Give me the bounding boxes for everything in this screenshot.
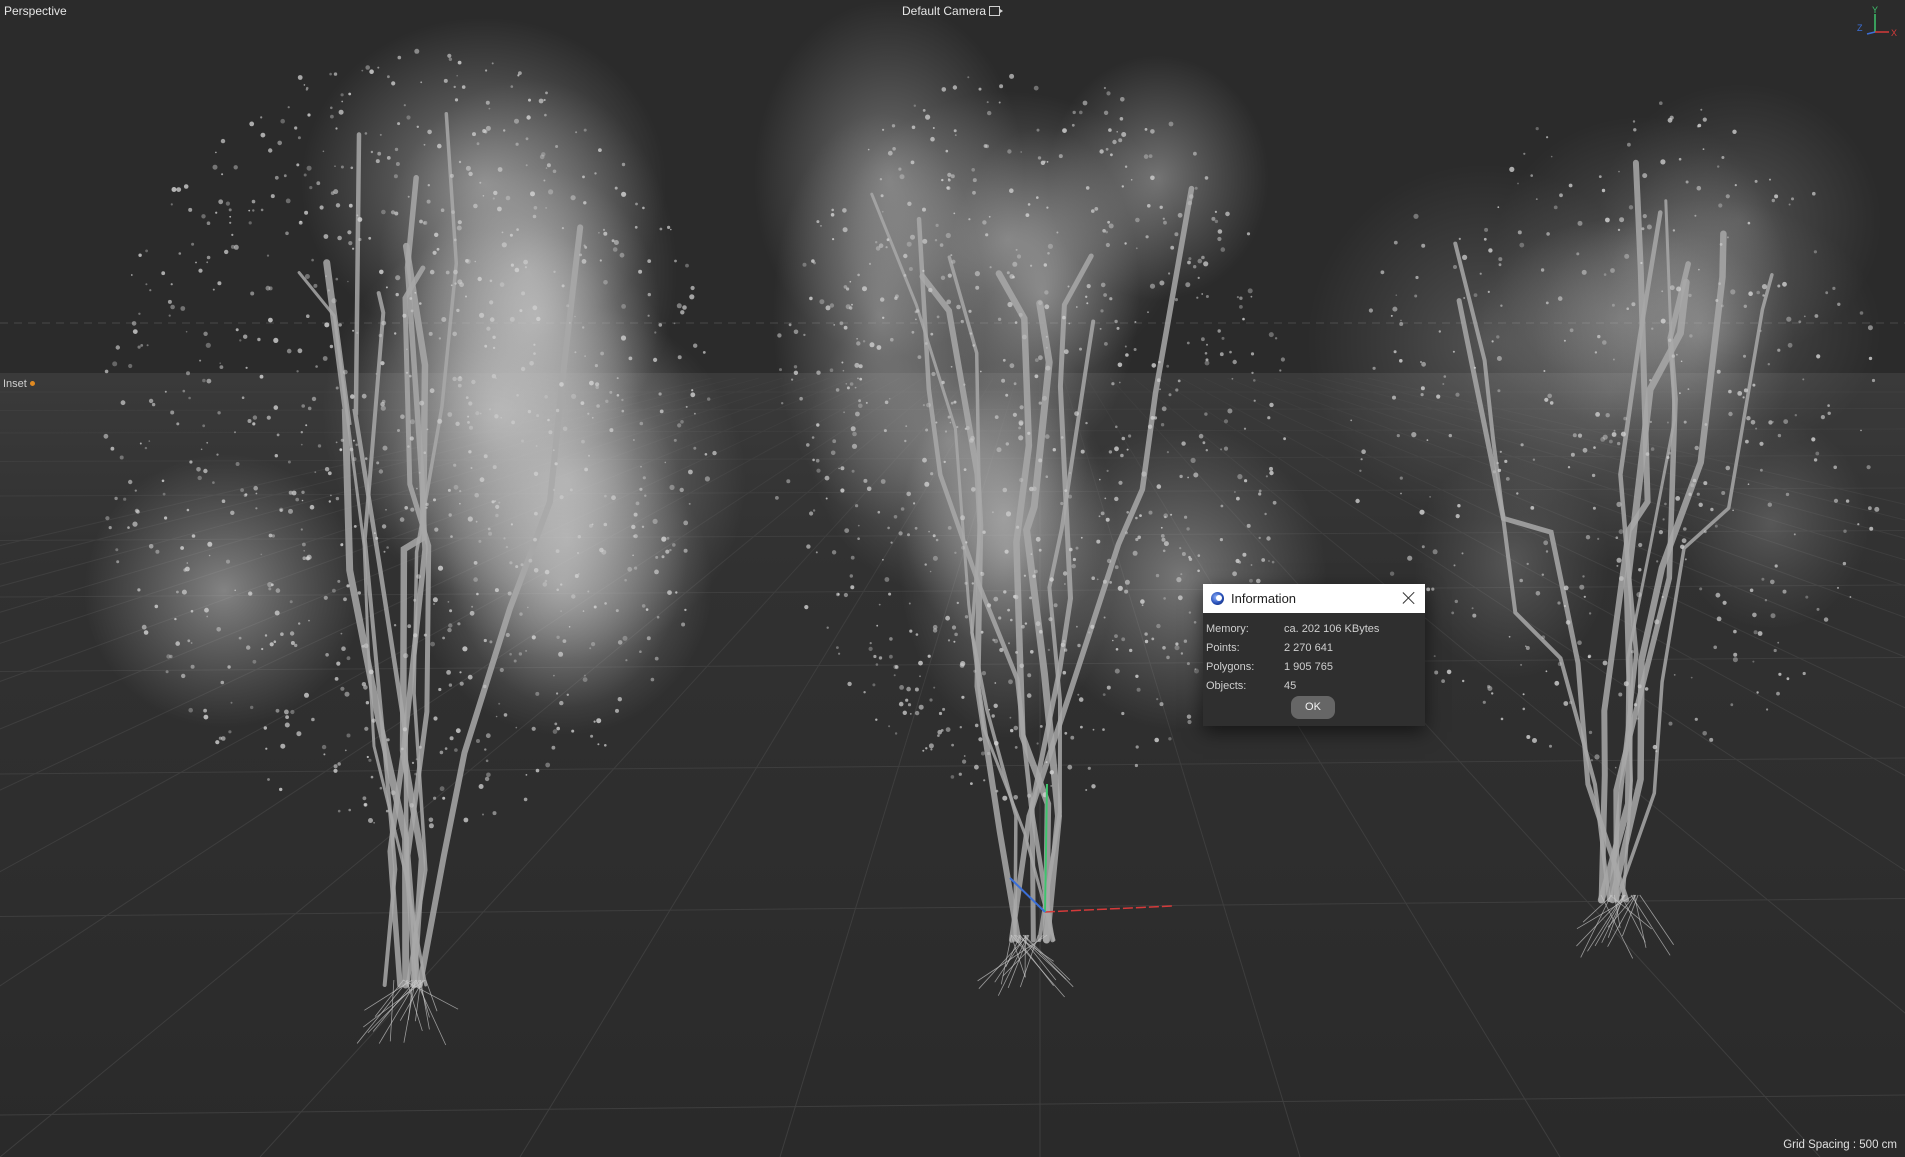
- info-label: Memory:: [1206, 623, 1249, 635]
- camera-name: Default Camera: [902, 4, 987, 18]
- ok-button[interactable]: OK: [1291, 696, 1335, 719]
- gizmo-y-label: Y: [1872, 5, 1878, 15]
- info-label: Points:: [1206, 642, 1240, 654]
- info-value: 2 270 641: [1284, 642, 1333, 654]
- info-label: Polygons:: [1206, 661, 1255, 673]
- info-value: ca. 202 106 KBytes: [1284, 623, 1380, 635]
- info-label: Objects:: [1206, 680, 1247, 692]
- gizmo-z-axis: [1866, 31, 1876, 35]
- axis-gizmo: Y X Z: [1857, 5, 1897, 38]
- inset-text: Inset: [3, 378, 27, 390]
- cinema4d-icon: [1211, 592, 1224, 605]
- grid-spacing-label: Grid Spacing : 500 cm: [1783, 1139, 1897, 1151]
- viewport-scene: [0, 0, 1905, 1157]
- inset-label: Inset: [3, 378, 35, 390]
- close-icon[interactable]: [1401, 590, 1417, 606]
- info-value: 1 905 765: [1284, 661, 1333, 673]
- camera-label[interactable]: Default Camera: [902, 4, 1004, 18]
- info-value: 45: [1284, 680, 1297, 692]
- dialog-title: Information: [1231, 591, 1297, 606]
- gizmo-x-label: X: [1891, 28, 1897, 38]
- information-dialog[interactable]: Information Memory: ca. 202 106 KBytes P…: [1203, 584, 1425, 726]
- gizmo-z-label: Z: [1857, 23, 1863, 33]
- inset-marker-icon: [29, 381, 35, 386]
- camera-icon[interactable]: [989, 6, 1004, 16]
- dialog-titlebar[interactable]: Information: [1203, 584, 1425, 613]
- view-name-label[interactable]: Perspective: [4, 4, 67, 18]
- 3d-viewport[interactable]: Perspective Default Camera Inset Grid Sp…: [0, 0, 1905, 1157]
